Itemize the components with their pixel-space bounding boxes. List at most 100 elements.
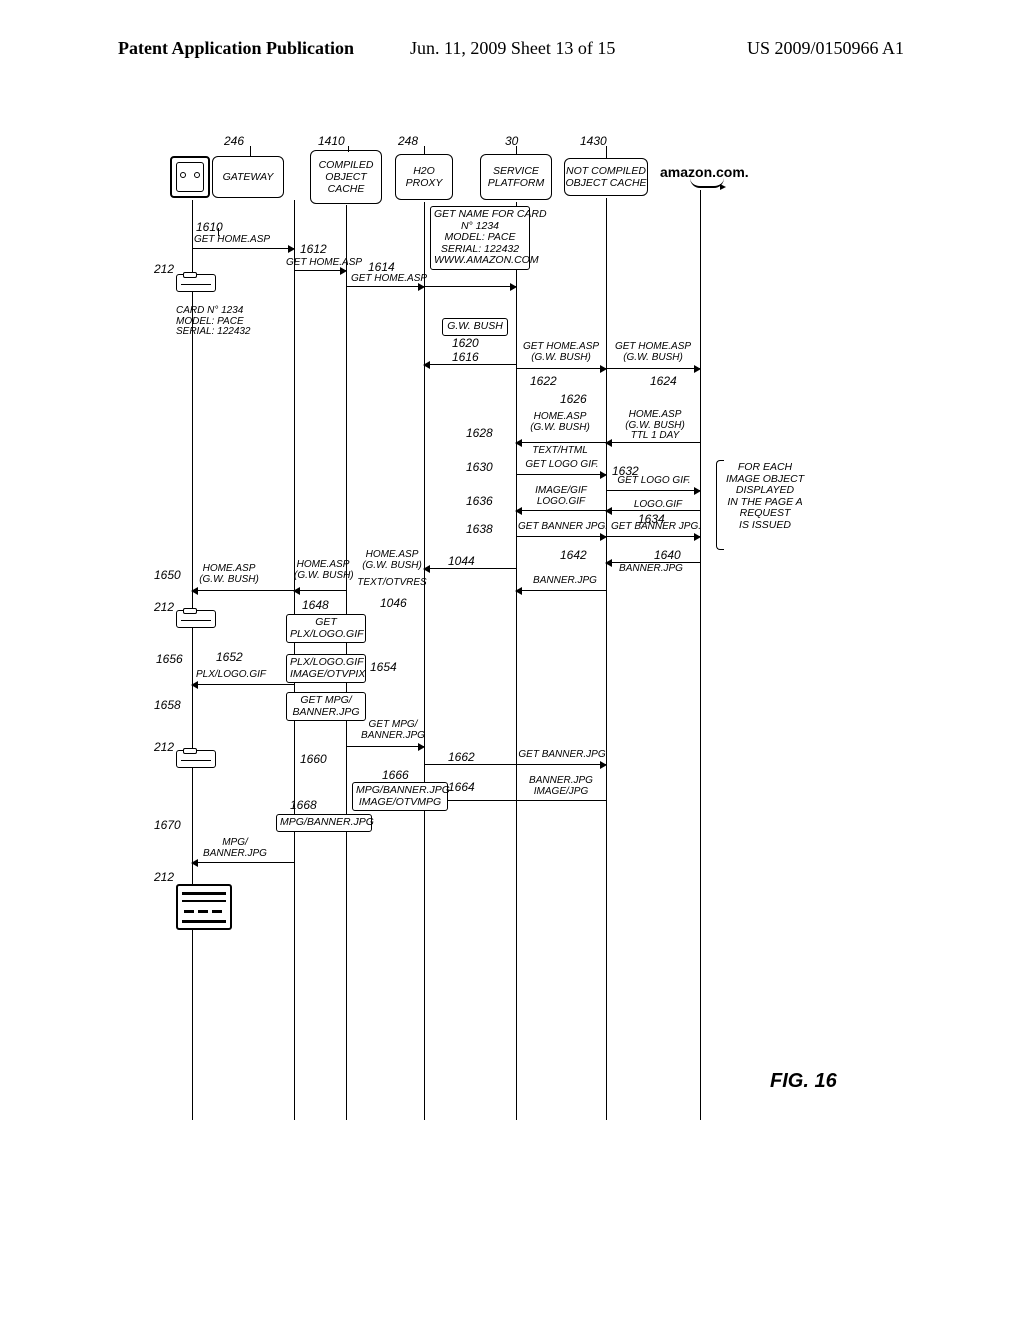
msg-1660: GET MPG/ BANNER.JPG: [356, 720, 430, 741]
msg-1630: GET LOGO GIF.: [520, 460, 604, 471]
msg-1638b: GET BANNER JPG.: [608, 522, 704, 533]
arrow-1626: [606, 442, 700, 443]
brace-icon: [716, 460, 724, 550]
arrow-1616: [424, 364, 516, 365]
ref-1656: 1656: [156, 652, 183, 666]
header-mid: Jun. 11, 2009 Sheet 13 of 15: [410, 38, 615, 59]
ref-1638: 1638: [466, 522, 493, 536]
arrow-1664: [424, 800, 606, 801]
ref-1636: 1636: [466, 494, 493, 508]
ref-1648: 1648: [302, 598, 329, 612]
ref-1614: 1614: [368, 260, 395, 274]
sequence-diagram: GATEWAY 246 COMPILED OBJECT CACHE 1410 H…: [160, 150, 910, 1150]
ref-1662: 1662: [448, 750, 475, 764]
ref-1044: 1044: [448, 554, 475, 568]
msg-1624: GET HOME.ASP (G.W. BUSH): [612, 342, 694, 363]
msg-1636: IMAGE/GIF LOGO.GIF: [522, 486, 600, 507]
arrow-1044: [424, 568, 516, 569]
msg-1650: HOME.ASP (G.W. BUSH): [190, 564, 268, 585]
header-left: Patent Application Publication: [118, 38, 354, 59]
lane-coc-label: COMPILED OBJECT CACHE: [319, 159, 374, 195]
lane-service-platform: SERVICE PLATFORM: [480, 154, 552, 200]
tv-screen-icon: [176, 884, 232, 930]
figure-label: FIG. 16: [770, 1070, 837, 1093]
arrow-1638b: [606, 536, 700, 537]
arrow-1634: [606, 510, 700, 511]
msg-1670: MPG/ BANNER.JPG: [192, 838, 278, 859]
lifeline-proxy: [424, 202, 425, 1120]
ref-1628: 1628: [466, 426, 493, 440]
msg-1626: HOME.ASP (G.W. BUSH) TTL 1 DAY: [612, 410, 698, 442]
arrow-1628: [516, 442, 606, 443]
ref-212-b: 212: [154, 600, 174, 614]
amazon-smile-icon: [690, 178, 724, 188]
stb-icon-3: [176, 750, 216, 768]
arrow-1614: [346, 286, 424, 287]
box-mpg-banner: MPG/BANNER.JPG IMAGE/OTVMPG: [352, 782, 448, 811]
lifeline-ncoc: [606, 198, 607, 1120]
lane-sp-label: SERVICE PLATFORM: [488, 165, 544, 189]
msg-1622a: GET HOME.ASP (G.W. BUSH): [520, 342, 602, 363]
msg-1634: LOGO.GIF: [628, 500, 688, 511]
ref-246: 246: [224, 134, 244, 148]
msg-1664: BANNER.JPG IMAGE/JPG: [522, 776, 600, 797]
ref-212-a: 212: [154, 262, 174, 276]
lane-compiled-object-cache: COMPILED OBJECT CACHE: [310, 150, 382, 204]
msg-1612: GET HOME.ASP: [284, 258, 364, 269]
lane-h2o-proxy: H2O PROXY: [395, 154, 453, 200]
msg-1638: GET BANNER JPG.: [518, 522, 608, 533]
box-plx-logo: PLX/LOGO.GIF IMAGE/OTVPIX: [286, 654, 366, 683]
arrow-1660: [346, 746, 424, 747]
tv-head-icon: [170, 156, 210, 198]
arrow-1670: [192, 862, 294, 863]
arrow-1630: [516, 474, 606, 475]
lifeline-sp: [516, 202, 517, 1120]
ref-1642: 1642: [560, 548, 587, 562]
ref-212-c: 212: [154, 740, 174, 754]
msg-1628-home: HOME.ASP (G.W. BUSH): [520, 412, 600, 433]
box-get-mpg-banner: GET MPG/ BANNER.JPG: [286, 692, 366, 721]
ref-212-d: 212: [154, 870, 174, 884]
arrow-home-coc: [294, 590, 346, 591]
box-1668: MPG/BANNER.JPG: [276, 814, 372, 832]
arrow-1612: [294, 270, 346, 271]
lane-gateway: GATEWAY: [212, 156, 284, 198]
arrow-get-name: [424, 286, 516, 287]
lane-not-compiled-cache: NOT COMPILED OBJECT CACHE: [564, 158, 648, 196]
lane-gateway-label: GATEWAY: [223, 171, 274, 183]
msg-get-name-card: GET NAME FOR CARD N° 1234 MODEL: PACE SE…: [430, 206, 530, 270]
ref-1670: 1670: [154, 818, 181, 832]
ref-1430: 1430: [580, 134, 607, 148]
msg-1662: GET BANNER.JPG: [518, 750, 606, 761]
arrow-1632: [606, 490, 700, 491]
ref-1626: 1626: [560, 392, 587, 406]
msg-1044a: HOME.ASP (G.W. BUSH): [356, 550, 428, 571]
ref-1660: 1660: [300, 752, 327, 766]
ref-1612: 1612: [300, 242, 327, 256]
arrow-1656: [192, 684, 294, 685]
lane-ncoc-label: NOT COMPILED OBJECT CACHE: [565, 165, 646, 189]
arrow-1624: [606, 368, 700, 369]
lane-proxy-label: H2O PROXY: [406, 165, 443, 189]
ref-1616: 1616: [452, 350, 479, 364]
arrow-1610: [192, 248, 294, 249]
side-note: FOR EACH IMAGE OBJECT DISPLAYED IN THE P…: [726, 462, 804, 531]
msg-1656: PLX/LOGO.GIF: [188, 670, 274, 681]
box-gwbush: G.W. BUSH: [442, 318, 508, 336]
msg-text-html: TEXT/HTML: [520, 446, 600, 457]
ref-1650: 1650: [154, 568, 181, 582]
arrow-1662: [424, 764, 606, 765]
arrow-1640: [606, 562, 700, 563]
lane-amazon: amazon.com.: [660, 164, 749, 180]
arrow-1642: [516, 590, 606, 591]
ref-1666: 1666: [382, 768, 409, 782]
ref-1624: 1624: [650, 374, 677, 388]
arrow-1638: [516, 536, 606, 537]
ref-1410: 1410: [318, 134, 345, 148]
ref-1654: 1654: [370, 660, 397, 674]
ref-1652: 1652: [216, 650, 243, 664]
msg-1614: GET HOME.ASP: [350, 274, 428, 285]
header-right: US 2009/0150966 A1: [747, 38, 904, 59]
msg-1642: BANNER.JPG: [528, 576, 602, 587]
msg-1640: BANNER.JPG: [614, 564, 688, 575]
